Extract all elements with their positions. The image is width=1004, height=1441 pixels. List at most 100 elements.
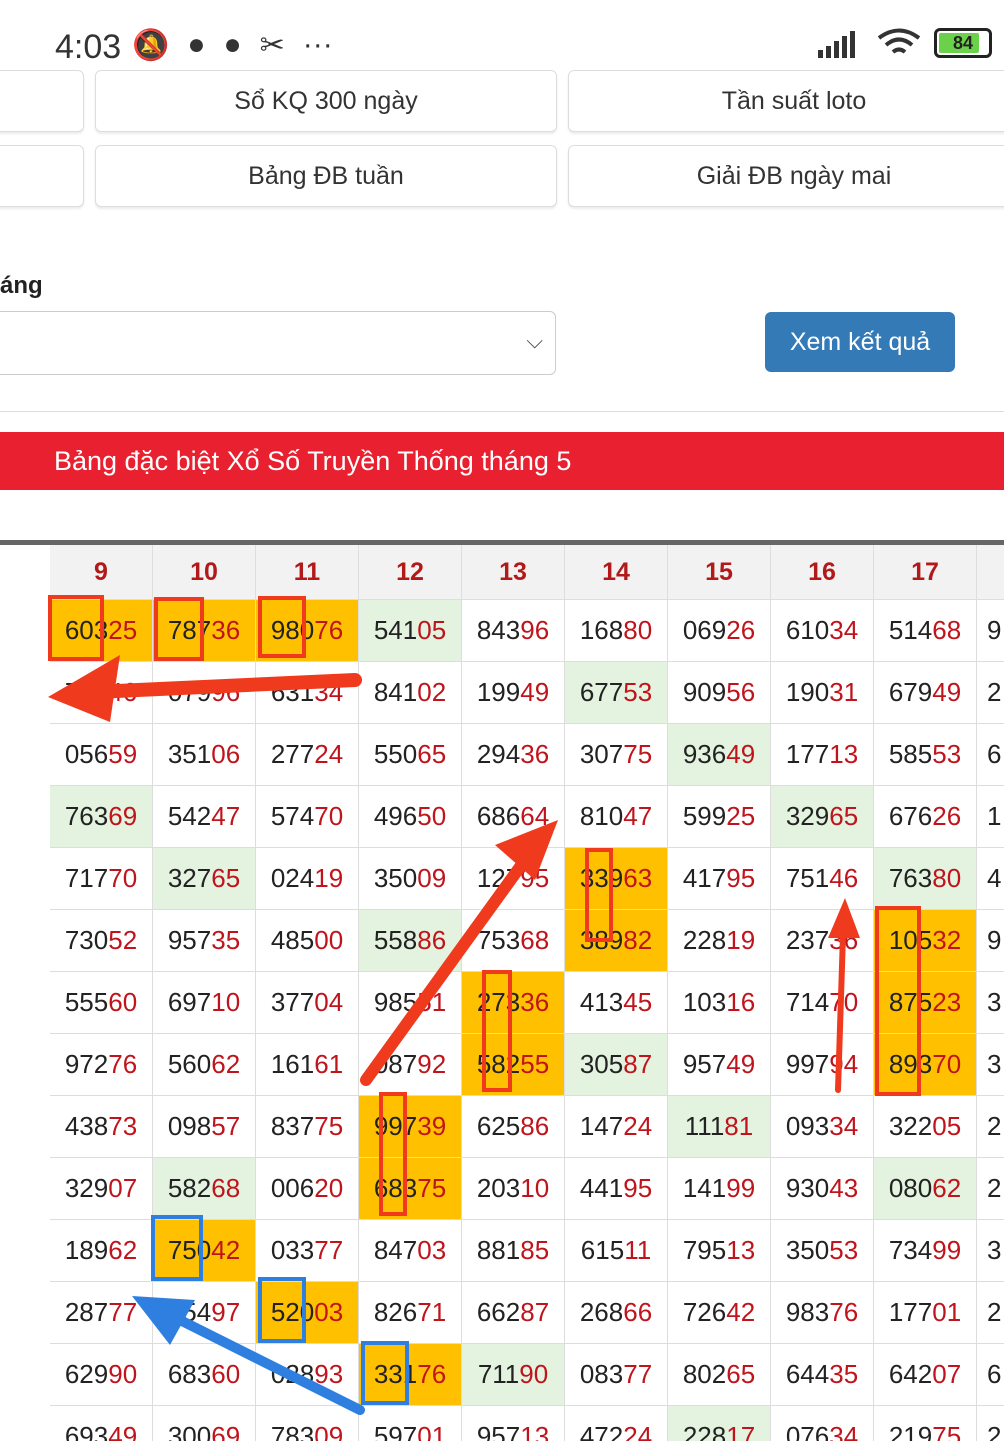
number-tail: 85 <box>520 1235 550 1265</box>
number-tail: 49 <box>726 1049 756 1079</box>
nav-button-bang-db-tuan[interactable]: Bảng ĐB tuần <box>95 145 557 207</box>
table-cell: 441 95 <box>565 1158 668 1220</box>
table-cell: 294 36 <box>462 724 565 786</box>
number-head: 751 <box>785 863 830 893</box>
number-head: 006 <box>270 1173 315 1203</box>
number-tail: 49 <box>108 1421 138 1441</box>
number-tail: 61 <box>314 1049 344 1079</box>
view-results-button[interactable]: Xem kết quả <box>765 312 955 372</box>
table-cell: 980 76 <box>256 600 359 662</box>
table-cell: 520 03 <box>256 1282 359 1344</box>
number-tail: 65 <box>829 801 859 831</box>
number-head: 331 <box>373 1359 418 1389</box>
table-cell: 751 46 <box>771 848 874 910</box>
signal-icon <box>818 31 855 58</box>
number-head: 677 <box>579 677 624 707</box>
table-cell: 550 65 <box>359 724 462 786</box>
number-head: 957 <box>476 1421 521 1441</box>
number-tail: 65 <box>417 739 447 769</box>
number-head: 582 <box>167 1173 212 1203</box>
table-cell: 4 <box>977 848 1004 910</box>
column-header <box>977 545 1004 600</box>
number-head: 679 <box>888 677 933 707</box>
number-head: 683 <box>167 1359 212 1389</box>
number-head: 228 <box>682 1421 727 1441</box>
table-cell: 219 75 <box>874 1406 977 1441</box>
number-tail: 24 <box>623 1421 653 1441</box>
table-cell: 339 63 <box>565 848 668 910</box>
number-head: 294 <box>476 739 521 769</box>
table-cell: 753 68 <box>462 910 565 972</box>
table-cell: 711 90 <box>462 1344 565 1406</box>
column-header: 10 <box>153 545 256 600</box>
number-tail: 86 <box>520 1111 550 1141</box>
month-select[interactable]: ⌵ <box>0 311 556 375</box>
table-cell: 881 85 <box>462 1220 565 1282</box>
table-cell: 826 71 <box>359 1282 462 1344</box>
table-cell: 763 80 <box>874 848 977 910</box>
table-cell: 417 95 <box>668 848 771 910</box>
number-tail: 09 <box>314 1421 344 1441</box>
number-head: 625 <box>476 1111 521 1141</box>
number-tail: 13 <box>829 739 859 769</box>
number-head: 438 <box>64 1111 109 1141</box>
nav-button-partial-2[interactable] <box>0 145 84 207</box>
table-cell: 2 <box>977 1406 1004 1441</box>
number-head: 377 <box>270 987 315 1017</box>
number-tail: 97 <box>211 1297 241 1327</box>
table-cell: 558 86 <box>359 910 462 972</box>
number-head: 441 <box>579 1173 624 1203</box>
number-tail: 68 <box>211 1173 241 1203</box>
number-head: 936 <box>682 739 727 769</box>
number-head: 810 <box>579 801 624 831</box>
number-tail: 34 <box>829 1111 859 1141</box>
number-tail: 53 <box>623 677 653 707</box>
number-tail: 45 <box>623 987 653 1017</box>
number-partial: 2 <box>987 1111 1002 1141</box>
number-tail: 92 <box>417 1049 447 1079</box>
number-head: 550 <box>373 739 418 769</box>
table-cell: 9 <box>977 910 1004 972</box>
number-head: 714 <box>785 987 830 1017</box>
nav-button-partial-1[interactable] <box>0 70 84 132</box>
number-tail: 36 <box>211 615 241 645</box>
number-tail: 07 <box>108 1173 138 1203</box>
number-tail: 46 <box>108 677 138 707</box>
number-head: 997 <box>785 1049 830 1079</box>
number-head: 541 <box>373 615 418 645</box>
nav-button-tan-suat-loto[interactable]: Tần suất loto <box>568 70 1004 132</box>
table-cell: 111 81 <box>668 1096 771 1158</box>
nav-button-giai-db-ngay-mai[interactable]: Giải ĐB ngày mai <box>568 145 1004 207</box>
table-cell: 841 02 <box>359 662 462 724</box>
table-cell: 875 23 <box>874 972 977 1034</box>
number-tail: 17 <box>726 1421 756 1441</box>
number-head: 273 <box>476 987 521 1017</box>
number-tail: 75 <box>623 739 653 769</box>
number-tail: 01 <box>932 1297 962 1327</box>
number-head: 558 <box>373 925 418 955</box>
table-cell: 237 36 <box>771 910 874 972</box>
number-head: 881 <box>476 1235 521 1265</box>
number-tail: 35 <box>211 925 241 955</box>
table-cell: 625 86 <box>462 1096 565 1158</box>
table-cell: 763 69 <box>50 786 153 848</box>
number-head: 322 <box>888 1111 933 1141</box>
number-head: 972 <box>64 1049 109 1079</box>
number-head: 730 <box>64 925 109 955</box>
table-cell: 327 65 <box>153 848 256 910</box>
number-tail: 10 <box>520 1173 550 1203</box>
number-tail: 03 <box>417 1235 447 1265</box>
table-cell: 755 46 <box>50 662 153 724</box>
number-head: 582 <box>476 1049 521 1079</box>
number-tail: 03 <box>314 1297 344 1327</box>
number-tail: 42 <box>211 1235 241 1265</box>
number-tail: 68 <box>520 925 550 955</box>
table-cell: 676 26 <box>874 786 977 848</box>
number-head: 237 <box>785 925 830 955</box>
nav-button-so-kq-300-ngay[interactable]: Sổ KQ 300 ngày <box>95 70 557 132</box>
number-partial: 2 <box>987 1421 1002 1441</box>
number-head: 957 <box>682 1049 727 1079</box>
column-header: 12 <box>359 545 462 600</box>
number-head: 717 <box>64 863 109 893</box>
table-cell: 802 65 <box>668 1344 771 1406</box>
